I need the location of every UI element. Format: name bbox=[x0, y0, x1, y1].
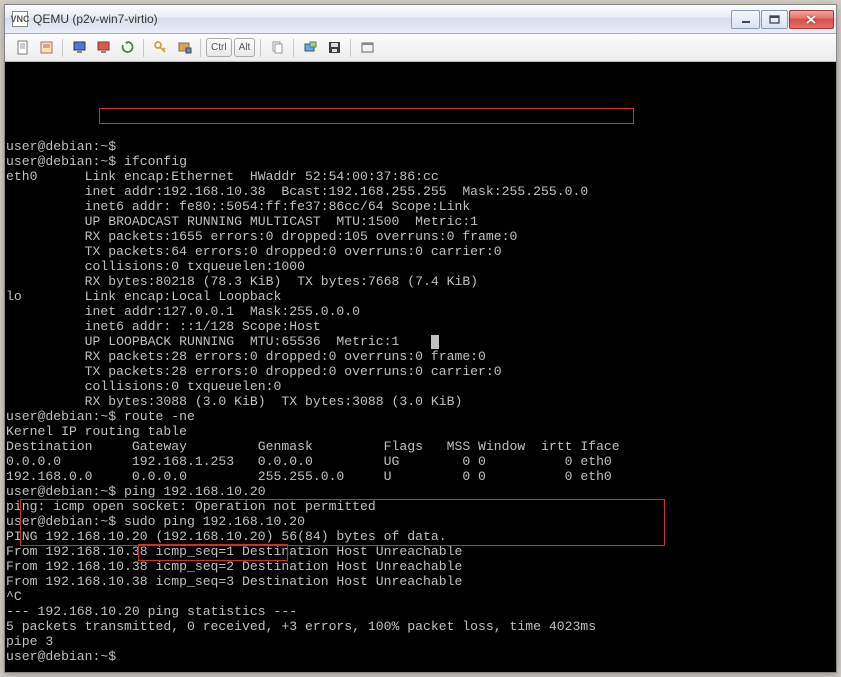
ctrl-key-button[interactable]: Ctrl bbox=[206, 38, 232, 57]
fullscreen-icon[interactable] bbox=[356, 37, 378, 59]
save-icon[interactable] bbox=[323, 37, 345, 59]
terminal-line: Kernel IP routing table bbox=[6, 424, 835, 439]
monitor-connect-icon[interactable] bbox=[68, 37, 90, 59]
terminal-line: user@debian:~$ bbox=[6, 649, 835, 664]
terminal-line: UP LOOPBACK RUNNING MTU:65536 Metric:1 bbox=[6, 334, 835, 349]
separator bbox=[293, 39, 294, 57]
terminal-line: lo Link encap:Local Loopback bbox=[6, 289, 835, 304]
copy-icon[interactable] bbox=[266, 37, 288, 59]
highlight-inet-addr bbox=[99, 108, 634, 124]
qemu-window: VNC QEMU (p2v-win7-virtio) Ctrl Alt bbox=[4, 4, 837, 673]
send-key-icon[interactable] bbox=[173, 37, 195, 59]
terminal-line: inet addr:192.168.10.38 Bcast:192.168.25… bbox=[6, 184, 835, 199]
monitor-disconnect-icon[interactable] bbox=[92, 37, 114, 59]
terminal-line: user@debian:~$ bbox=[6, 139, 835, 154]
window-controls bbox=[730, 10, 834, 29]
terminal-line: PING 192.168.10.20 (192.168.10.20) 56(84… bbox=[6, 529, 835, 544]
terminal-line: eth0 Link encap:Ethernet HWaddr 52:54:00… bbox=[6, 169, 835, 184]
terminal-line: inet6 addr: fe80::5054:ff:fe37:86cc/64 S… bbox=[6, 199, 835, 214]
separator bbox=[62, 39, 63, 57]
terminal-line: user@debian:~$ ping 192.168.10.20 bbox=[6, 484, 835, 499]
key-icon[interactable] bbox=[149, 37, 171, 59]
window-title: QEMU (p2v-win7-virtio) bbox=[33, 12, 730, 26]
close-button[interactable] bbox=[789, 10, 834, 29]
app-icon: VNC bbox=[12, 11, 28, 27]
terminal-line: pipe 3 bbox=[6, 634, 835, 649]
terminal-line: RX packets:28 errors:0 dropped:0 overrun… bbox=[6, 349, 835, 364]
terminal-line: 192.168.0.0 0.0.0.0 255.255.0.0 U 0 0 0 … bbox=[6, 469, 835, 484]
maximize-button[interactable] bbox=[761, 10, 788, 29]
terminal-line: collisions:0 txqueuelen:1000 bbox=[6, 259, 835, 274]
terminal-line: user@debian:~$ route -ne bbox=[6, 409, 835, 424]
terminal-line: Destination Gateway Genmask Flags MSS Wi… bbox=[6, 439, 835, 454]
terminal-line: inet6 addr: ::1/128 Scope:Host bbox=[6, 319, 835, 334]
minimize-button[interactable] bbox=[731, 10, 760, 29]
separator bbox=[143, 39, 144, 57]
terminal-line: TX packets:28 errors:0 dropped:0 overrun… bbox=[6, 364, 835, 379]
terminal-line: RX bytes:80218 (78.3 KiB) TX bytes:7668 … bbox=[6, 274, 835, 289]
page-icon[interactable] bbox=[11, 37, 33, 59]
terminal-line: RX packets:1655 errors:0 dropped:105 ove… bbox=[6, 229, 835, 244]
terminal-line: ping: icmp open socket: Operation not pe… bbox=[6, 499, 835, 514]
refresh-icon[interactable] bbox=[116, 37, 138, 59]
terminal-line: --- 192.168.10.20 ping statistics --- bbox=[6, 604, 835, 619]
terminal-line: RX bytes:3088 (3.0 KiB) TX bytes:3088 (3… bbox=[6, 394, 835, 409]
separator bbox=[260, 39, 261, 57]
scale-icon[interactable] bbox=[299, 37, 321, 59]
alt-key-button[interactable]: Alt bbox=[234, 38, 256, 57]
terminal-output[interactable]: user@debian:~$user@debian:~$ ifconfigeth… bbox=[5, 62, 836, 672]
terminal-line: UP BROADCAST RUNNING MULTICAST MTU:1500 … bbox=[6, 214, 835, 229]
terminal-line: collisions:0 txqueuelen:0 bbox=[6, 379, 835, 394]
toolbar: Ctrl Alt bbox=[5, 34, 836, 62]
separator bbox=[200, 39, 201, 57]
terminal-line: user@debian:~$ ifconfig bbox=[6, 154, 835, 169]
book-icon[interactable] bbox=[35, 37, 57, 59]
terminal-line: From 192.168.10.38 icmp_seq=3 Destinatio… bbox=[6, 574, 835, 589]
separator bbox=[350, 39, 351, 57]
terminal-line: TX packets:64 errors:0 dropped:0 overrun… bbox=[6, 244, 835, 259]
terminal-line: From 192.168.10.38 icmp_seq=2 Destinatio… bbox=[6, 559, 835, 574]
terminal-line: user@debian:~$ sudo ping 192.168.10.20 bbox=[6, 514, 835, 529]
terminal-line: From 192.168.10.38 icmp_seq=1 Destinatio… bbox=[6, 544, 835, 559]
terminal-line: inet addr:127.0.0.1 Mask:255.0.0.0 bbox=[6, 304, 835, 319]
terminal-line: 5 packets transmitted, 0 received, +3 er… bbox=[6, 619, 835, 634]
terminal-line: ^C bbox=[6, 589, 835, 604]
terminal-line: 0.0.0.0 192.168.1.253 0.0.0.0 UG 0 0 0 e… bbox=[6, 454, 835, 469]
titlebar[interactable]: VNC QEMU (p2v-win7-virtio) bbox=[5, 5, 836, 34]
